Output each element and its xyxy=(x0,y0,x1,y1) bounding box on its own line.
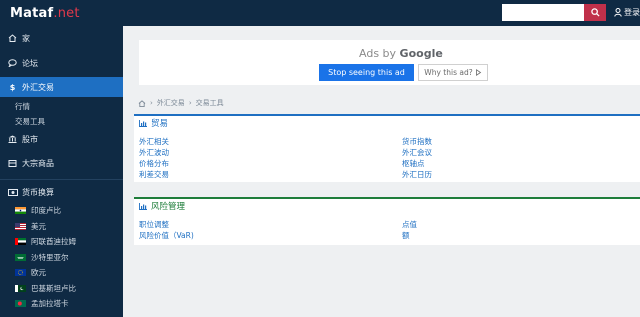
top-bar: Mataf.net 登录 xyxy=(0,0,640,26)
search-input[interactable] xyxy=(502,4,584,21)
logo-domain: .net xyxy=(53,6,80,21)
currency-item-bdt[interactable]: 孟加拉塔卡 xyxy=(0,296,123,312)
ad-banner: Ads by Google Stop seeing this ad Why th… xyxy=(139,40,640,85)
breadcrumb: › 外汇交易 › 交易工具 xyxy=(138,98,224,108)
money-icon xyxy=(7,188,18,196)
risk-management-panel: 风险管理 职位调整 风险价值（VaR) 点值 额 xyxy=(134,197,640,245)
sidebar-subitem-quotes[interactable]: 行情 xyxy=(0,99,123,114)
sidebar-item-label: 论坛 xyxy=(22,58,38,68)
link-amount[interactable]: 额 xyxy=(402,230,410,241)
search-button[interactable] xyxy=(584,4,606,21)
sidebar-item-forum[interactable]: 论坛 xyxy=(0,53,123,73)
bar-chart-icon xyxy=(139,119,147,127)
india-flag-icon xyxy=(15,207,26,215)
currency-item-inr[interactable]: 印度卢比 xyxy=(0,203,123,219)
link-currency-index[interactable]: 货币指数 xyxy=(402,136,432,147)
currency-label: 欧元 xyxy=(31,268,46,278)
currency-item-sar[interactable]: 沙特里亚尔 xyxy=(0,250,123,266)
currency-item-usd[interactable]: 美元 xyxy=(0,219,123,235)
currency-label: 巴基斯坦卢比 xyxy=(31,283,76,293)
sidebar-item-label: 外汇交易 xyxy=(22,82,54,92)
currency-label: 美元 xyxy=(31,221,46,231)
trading-panel: 贸易 外汇相关 外汇波动 价格分布 利差交易 货币指数 外汇会议 枢轴点 外汇日… xyxy=(134,114,640,182)
chevron-right-icon: › xyxy=(188,99,192,107)
main-content: Ads by Google Stop seeing this ad Why th… xyxy=(123,26,640,317)
link-position-sizing[interactable]: 职位调整 xyxy=(139,219,169,230)
breadcrumb-trading-tools[interactable]: 交易工具 xyxy=(196,98,224,108)
logo-text: Mataf xyxy=(10,6,54,21)
ads-by-label: Ads by Google xyxy=(359,47,443,60)
sidebar-item-commodities[interactable]: 大宗商品 xyxy=(0,153,123,173)
stop-seeing-ad-button[interactable]: Stop seeing this ad xyxy=(319,64,414,81)
currency-item-pkr[interactable]: 巴基斯坦卢比 xyxy=(0,281,123,297)
bar-chart-icon xyxy=(139,202,147,210)
link-forex-volatility[interactable]: 外汇波动 xyxy=(139,147,169,158)
chat-icon xyxy=(7,59,18,67)
google-label: Google xyxy=(399,47,443,60)
eu-flag-icon xyxy=(15,269,26,277)
link-forex-sessions[interactable]: 外汇会议 xyxy=(402,147,432,158)
search-icon xyxy=(590,8,600,17)
link-price-distribution[interactable]: 价格分布 xyxy=(139,158,169,169)
sidebar-item-converter[interactable]: 货币换算 xyxy=(0,183,123,201)
link-pip-value[interactable]: 点值 xyxy=(402,219,417,230)
panel-header: 风险管理 xyxy=(134,199,640,213)
panel-title: 风险管理 xyxy=(151,202,186,212)
chevron-right-icon: › xyxy=(150,99,153,107)
saudi-flag-icon xyxy=(15,253,26,261)
sidebar-item-label: 货币换算 xyxy=(22,187,54,197)
link-pivot-points[interactable]: 枢轴点 xyxy=(402,158,425,169)
pakistan-flag-icon xyxy=(15,284,26,292)
bangladesh-flag-icon xyxy=(15,300,26,308)
usa-flag-icon xyxy=(15,222,26,230)
link-value-at-risk[interactable]: 风险价值（VaR) xyxy=(139,230,194,241)
currency-label: 沙特里亚尔 xyxy=(31,252,69,262)
site-logo[interactable]: Mataf.net xyxy=(10,6,80,21)
why-this-ad-button[interactable]: Why this ad? xyxy=(418,64,488,81)
user-icon xyxy=(614,8,622,17)
sidebar-item-forex[interactable]: $ 外汇交易 xyxy=(0,77,123,97)
home-icon[interactable] xyxy=(138,99,146,107)
why-this-ad-label: Why this ad? xyxy=(424,68,473,77)
ad-choices-icon xyxy=(475,69,481,76)
link-forex-correlation[interactable]: 外汇相关 xyxy=(139,136,169,147)
currency-item-aed[interactable]: 阿联酋迪拉姆 xyxy=(0,234,123,250)
sidebar-subitem-trading-tools[interactable]: 交易工具 xyxy=(0,114,123,129)
panel-title: 贸易 xyxy=(151,119,169,129)
currency-label: 孟加拉塔卡 xyxy=(31,299,69,309)
sidebar-divider xyxy=(0,179,123,180)
sidebar-item-label: 大宗商品 xyxy=(22,158,54,168)
uae-flag-icon xyxy=(15,238,26,246)
dollar-icon: $ xyxy=(9,82,16,92)
sidebar-item-home[interactable]: 家 xyxy=(0,28,123,48)
login-label: 登录 xyxy=(624,8,640,17)
link-forex-calendar[interactable]: 外汇日历 xyxy=(402,169,432,180)
bank-icon xyxy=(7,135,18,143)
sidebar-item-label: 股市 xyxy=(22,134,38,144)
currency-label: 印度卢比 xyxy=(31,206,61,216)
crate-icon xyxy=(7,159,18,167)
link-carry-trade[interactable]: 利差交易 xyxy=(139,169,169,180)
panel-header: 贸易 xyxy=(134,116,640,130)
currency-item-eur[interactable]: 欧元 xyxy=(0,265,123,281)
sidebar-item-label: 家 xyxy=(22,33,30,43)
login-link[interactable]: 登录 xyxy=(614,7,640,18)
sidebar-item-stocks[interactable]: 股市 xyxy=(0,129,123,149)
breadcrumb-forex[interactable]: 外汇交易 xyxy=(157,98,185,108)
currency-label: 阿联酋迪拉姆 xyxy=(31,237,76,247)
home-icon xyxy=(7,34,18,42)
sidebar: 家 论坛 $ 外汇交易 行情 交易工具 股市 大宗商品 货币换算 印度卢比 美元… xyxy=(0,26,123,317)
